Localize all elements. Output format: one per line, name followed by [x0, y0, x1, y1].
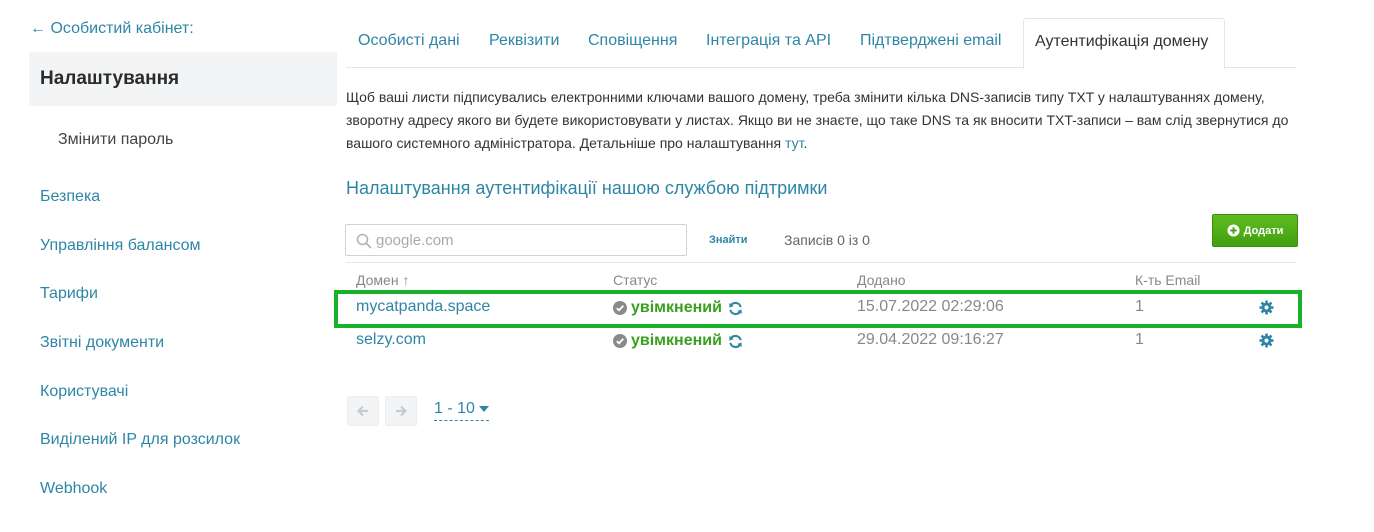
- refresh-icon[interactable]: [728, 301, 743, 316]
- description-body: Щоб ваші листи підписувались електронним…: [346, 89, 1289, 151]
- add-domain-button[interactable]: Додати: [1212, 214, 1298, 247]
- refresh-icon[interactable]: [728, 334, 743, 349]
- column-header-added[interactable]: Додано: [857, 272, 906, 288]
- sidebar-item-settings[interactable]: Налаштування: [29, 52, 337, 106]
- details-link[interactable]: тут: [785, 135, 803, 151]
- gear-icon[interactable]: [1259, 333, 1274, 348]
- plus-circle-icon: [1227, 224, 1240, 237]
- tab-domain-authentication[interactable]: Аутентифікація домену: [1023, 18, 1225, 69]
- sidebar-item-documents[interactable]: Звітні документи: [40, 334, 164, 352]
- status-text: увімкнений: [631, 299, 722, 316]
- column-header-status[interactable]: Статус: [613, 272, 657, 288]
- gear-icon[interactable]: [1259, 300, 1274, 315]
- description-text: Щоб ваші листи підписувались електронним…: [346, 86, 1296, 155]
- added-date: 29.04.2022 09:16:27: [857, 331, 1004, 348]
- tab-integration-api[interactable]: Інтеграція та API: [706, 32, 831, 50]
- added-date: 15.07.2022 02:29:06: [857, 298, 1004, 315]
- find-button[interactable]: Знайти: [709, 234, 748, 246]
- sidebar-item-label: Налаштування: [40, 68, 180, 89]
- page-size-dropdown[interactable]: 1 - 10: [434, 400, 489, 421]
- next-page-button[interactable]: [385, 396, 417, 426]
- records-count: Записів 0 із 0: [784, 232, 870, 248]
- search-input[interactable]: [352, 225, 672, 255]
- add-button-label: Додати: [1243, 224, 1284, 237]
- tab-personal-data[interactable]: Особисті дані: [358, 32, 460, 50]
- arrow-left-icon: [356, 405, 368, 417]
- status-text: увімкнений: [631, 332, 722, 349]
- column-header-email-count[interactable]: К-ть Email: [1135, 272, 1200, 288]
- caret-down-icon: [478, 406, 489, 412]
- search-box: [345, 224, 687, 256]
- sidebar-item-webhook[interactable]: Webhook: [40, 480, 107, 498]
- prev-page-button[interactable]: [347, 396, 379, 426]
- email-count: 1: [1135, 298, 1144, 315]
- sidebar: ← Особистий кабінет: Налаштування Змінит…: [0, 0, 340, 532]
- sidebar-item-change-password[interactable]: Змінити пароль: [58, 131, 173, 149]
- description-end: .: [803, 135, 808, 151]
- section-title: Налаштування аутентифікації нашою службо…: [346, 178, 828, 198]
- arrow-right-icon: [396, 405, 408, 417]
- tab-confirmed-email[interactable]: Підтверджені email: [860, 32, 1001, 50]
- sidebar-item-users[interactable]: Користувачі: [40, 383, 128, 401]
- column-header-domain[interactable]: Домен ↑: [356, 272, 409, 288]
- tab-bar: Особисті дані Реквізити Сповіщення Інтег…: [346, 18, 1296, 69]
- status-badge: увімкнений: [613, 332, 743, 350]
- tab-requisites[interactable]: Реквізити: [489, 32, 559, 50]
- domain-link[interactable]: selzy.com: [356, 331, 426, 349]
- check-circle-icon: [613, 301, 627, 315]
- domain-link[interactable]: mycatpanda.space: [356, 298, 490, 316]
- tab-notifications[interactable]: Сповіщення: [588, 32, 677, 50]
- check-circle-icon: [613, 334, 627, 348]
- sidebar-item-dedicated-ip[interactable]: Виділений IP для розсилок: [40, 431, 240, 449]
- sidebar-item-security[interactable]: Безпека: [40, 188, 100, 206]
- email-count: 1: [1135, 331, 1144, 348]
- sidebar-item-tariffs[interactable]: Тарифи: [40, 285, 98, 303]
- back-to-cabinet-link[interactable]: ← Особистий кабінет:: [30, 20, 194, 38]
- sidebar-item-balance[interactable]: Управління балансом: [40, 237, 201, 255]
- status-badge: увімкнений: [613, 299, 743, 317]
- tab-label: Аутентифікація домену: [1035, 33, 1209, 50]
- table-top-divider: [346, 262, 1296, 263]
- page-size-label: 1 - 10: [434, 400, 475, 417]
